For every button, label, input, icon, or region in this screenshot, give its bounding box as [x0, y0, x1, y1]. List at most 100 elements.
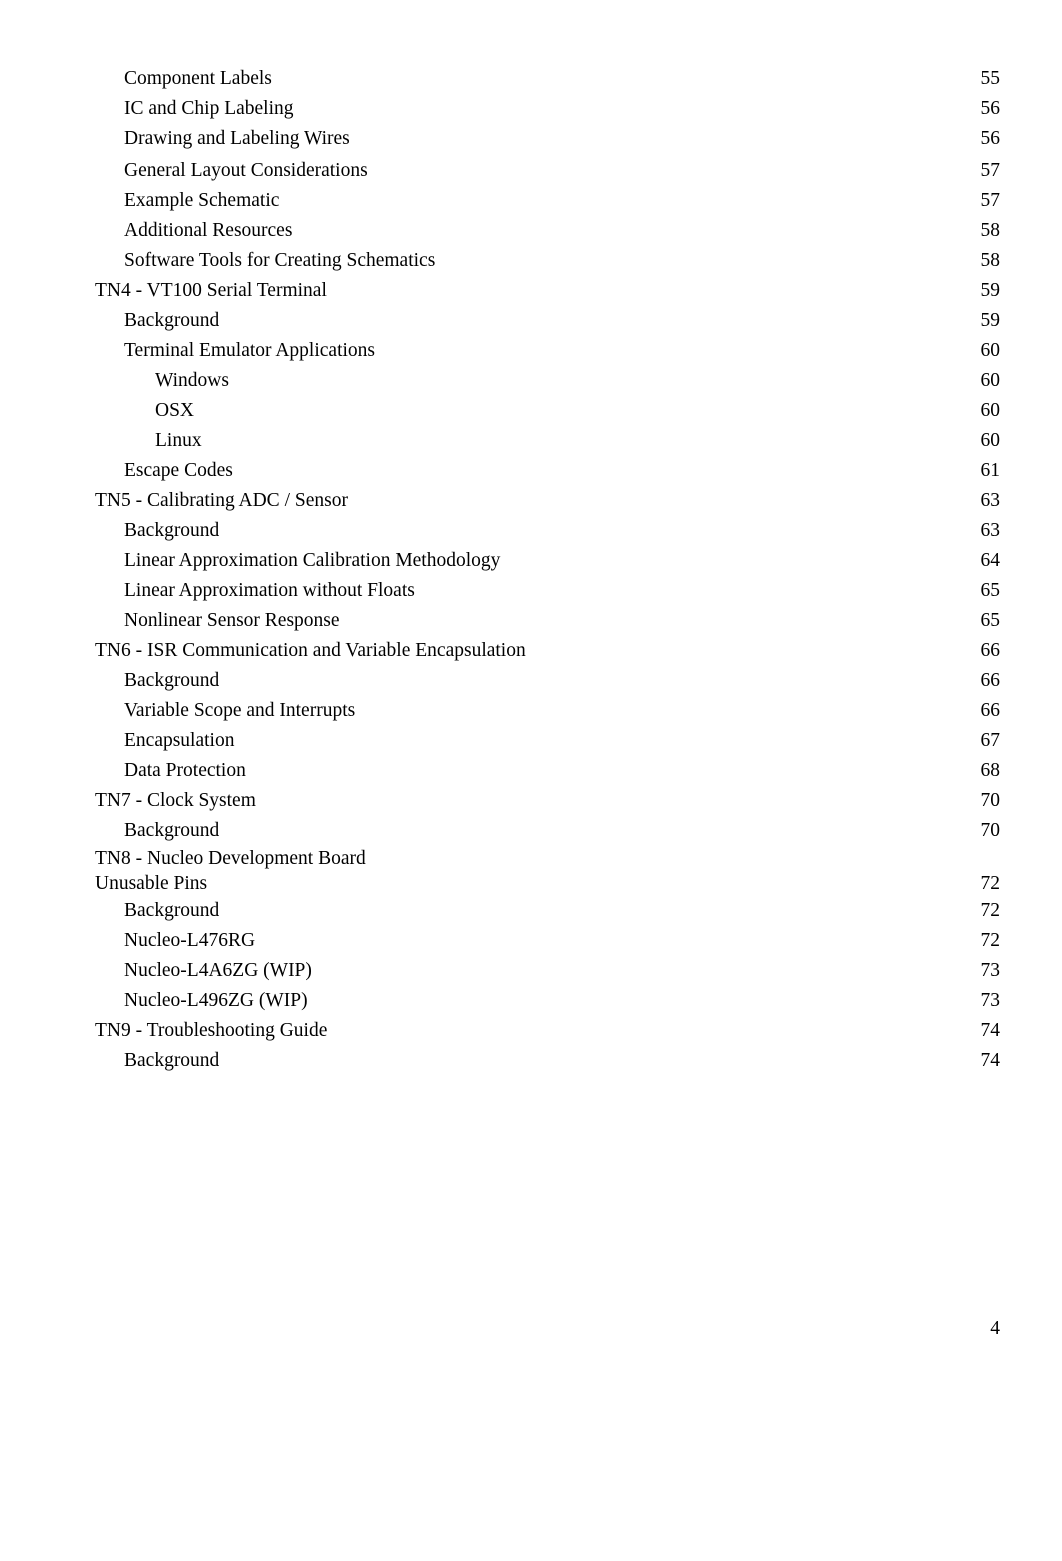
toc-entry-page: 65: [980, 580, 1001, 601]
toc-entry[interactable]: Background 59: [0, 306, 1062, 336]
toc-entry-page: 66: [980, 700, 1001, 721]
toc-entry[interactable]: IC and Chip Labeling 56: [0, 94, 1062, 124]
toc-entry[interactable]: Encapsulation 67: [0, 726, 1062, 756]
toc-entry-page: 56: [980, 98, 1001, 119]
toc-entry-label: Terminal Emulator Applications: [124, 340, 375, 361]
toc-entry-label: Component Labels: [124, 68, 272, 89]
toc-entry-page: 72: [980, 900, 1001, 921]
toc-entry[interactable]: TN4 - VT100 Serial Terminal 59: [0, 276, 1062, 306]
toc-entry-page: 59: [980, 280, 1001, 301]
toc-entry-label: Nonlinear Sensor Response: [124, 610, 340, 631]
toc-entry[interactable]: Example Schematic 57: [0, 186, 1062, 216]
toc-entry[interactable]: Background 66: [0, 666, 1062, 696]
toc-entry-label: Linux: [155, 430, 202, 451]
toc-entry[interactable]: Variable Scope and Interrupts 66: [0, 696, 1062, 726]
toc-entry-label: Software Tools for Creating Schematics: [124, 250, 436, 271]
toc-entry[interactable]: Escape Codes 61: [0, 456, 1062, 486]
toc-entry-label: Linear Approximation without Floats: [124, 580, 415, 601]
toc-entry[interactable]: Nucleo-L4A6ZG (WIP) 73: [0, 956, 1062, 986]
toc-entry-page: 65: [980, 610, 1001, 631]
toc-entry-label: Background: [124, 820, 220, 841]
toc-entry-label: OSX: [155, 400, 195, 421]
toc-entry-label: Linear Approximation Calibration Methodo…: [124, 550, 501, 571]
toc-entry[interactable]: Windows 60: [0, 366, 1062, 396]
toc-entry-label: TN9 - Troubleshooting Guide: [95, 1020, 328, 1041]
toc-entry-page: 66: [980, 640, 1001, 661]
toc-entry[interactable]: TN7 - Clock System 70: [0, 786, 1062, 816]
toc-entry[interactable]: TN9 - Troubleshooting Guide 74: [0, 1016, 1062, 1046]
toc-entry[interactable]: Component Labels 55: [0, 64, 1062, 94]
toc-entry-page: 68: [980, 760, 1001, 781]
toc-entry-label: Nucleo-L476RG: [124, 930, 256, 951]
toc-entry-label: Windows: [155, 370, 229, 391]
toc-entry-label: Additional Resources: [124, 220, 293, 241]
toc-entry-page: 66: [980, 670, 1001, 691]
toc-entry-label: General Layout Considerations: [124, 160, 368, 181]
toc-entry-page: 72: [980, 930, 1001, 951]
toc-entry[interactable]: Nonlinear Sensor Response 65: [0, 606, 1062, 636]
toc-entry-label: Nucleo-L4A6ZG (WIP): [124, 960, 312, 981]
toc-entry-label: TN7 - Clock System: [95, 790, 256, 811]
toc-entry-page: 58: [980, 220, 1001, 241]
toc-entry-page: 63: [980, 490, 1001, 511]
toc-entry-label: IC and Chip Labeling: [124, 98, 294, 119]
toc-entry[interactable]: OSX 60: [0, 396, 1062, 426]
toc-entry-label: TN6 - ISR Communication and Variable Enc…: [95, 640, 526, 661]
toc-entry-page: 63: [980, 520, 1001, 541]
toc-entry-label: Nucleo-L496ZG (WIP): [124, 990, 308, 1011]
toc-entry-label-continued: Unusable Pins: [95, 873, 208, 894]
toc-entry-page: 59: [980, 310, 1001, 331]
toc-entry-label: TN5 - Calibrating ADC / Sensor: [95, 490, 348, 511]
toc-entry[interactable]: Linear Approximation without Floats 65: [0, 576, 1062, 606]
toc-entry-label: Background: [124, 670, 220, 691]
toc-entry-label: Background: [124, 520, 220, 541]
toc-entry-label: Encapsulation: [124, 730, 235, 751]
toc-entry[interactable]: Drawing and Labeling Wires 56: [0, 124, 1062, 154]
toc-entry-label: Drawing and Labeling Wires: [124, 128, 350, 149]
toc-entry[interactable]: TN8 - Nucleo Development Board Unusable P…: [0, 846, 1062, 896]
toc-entry-page: 55: [980, 68, 1001, 89]
table-of-contents: Component Labels 55 IC and Chip Labeling 56…: [0, 0, 1062, 1076]
toc-entry-label: TN8 - Nucleo Development Board: [95, 848, 366, 869]
toc-entry-page: 70: [980, 790, 1001, 811]
toc-entry[interactable]: Nucleo-L476RG 72: [0, 926, 1062, 956]
toc-entry[interactable]: Background 72: [0, 896, 1062, 926]
toc-entry-page: 73: [980, 960, 1001, 981]
toc-entry-page: 60: [980, 340, 1001, 361]
toc-entry-page: 73: [980, 990, 1001, 1011]
toc-entry-page: 61: [980, 460, 1001, 481]
toc-entry-page: 64: [980, 550, 1001, 571]
toc-entry[interactable]: Background 74: [0, 1046, 1062, 1076]
toc-entry-page: 57: [980, 190, 1001, 211]
toc-entry-page: 60: [980, 400, 1001, 421]
toc-entry[interactable]: Additional Resources 58: [0, 216, 1062, 246]
toc-entry[interactable]: Data Protection 68: [0, 756, 1062, 786]
toc-entry-label: Data Protection: [124, 760, 246, 781]
toc-entry[interactable]: Terminal Emulator Applications 60: [0, 336, 1062, 366]
toc-entry-label: Example Schematic: [124, 190, 280, 211]
toc-entry-page: 60: [980, 370, 1001, 391]
toc-entry-label: TN4 - VT100 Serial Terminal: [95, 280, 327, 301]
toc-entry-page: 72: [980, 873, 1001, 894]
toc-entry-page: 74: [980, 1050, 1001, 1071]
toc-entry-page: 57: [980, 160, 1001, 181]
toc-entry-label: Background: [124, 900, 220, 921]
toc-entry[interactable]: General Layout Considerations 57: [0, 156, 1062, 186]
toc-entry[interactable]: Linear Approximation Calibration Methodo…: [0, 546, 1062, 576]
toc-entry[interactable]: TN6 - ISR Communication and Variable Enc…: [0, 636, 1062, 666]
toc-entry-page: 56: [980, 128, 1001, 149]
toc-entry[interactable]: Background 63: [0, 516, 1062, 546]
toc-entry[interactable]: Linux 60: [0, 426, 1062, 456]
toc-entry-page: 67: [980, 730, 1001, 751]
toc-entry-page: 58: [980, 250, 1001, 271]
page-number: 4: [990, 1318, 1000, 1339]
toc-entry-label: Background: [124, 1050, 220, 1071]
toc-entry[interactable]: Nucleo-L496ZG (WIP) 73: [0, 986, 1062, 1016]
toc-entry[interactable]: Software Tools for Creating Schematics 58: [0, 246, 1062, 276]
toc-entry-page: 60: [980, 430, 1001, 451]
toc-entry[interactable]: Background 70: [0, 816, 1062, 846]
toc-entry-page: 74: [980, 1020, 1001, 1041]
toc-entry-label: Background: [124, 310, 220, 331]
toc-entry-page: 70: [980, 820, 1001, 841]
toc-entry[interactable]: TN5 - Calibrating ADC / Sensor 63: [0, 486, 1062, 516]
